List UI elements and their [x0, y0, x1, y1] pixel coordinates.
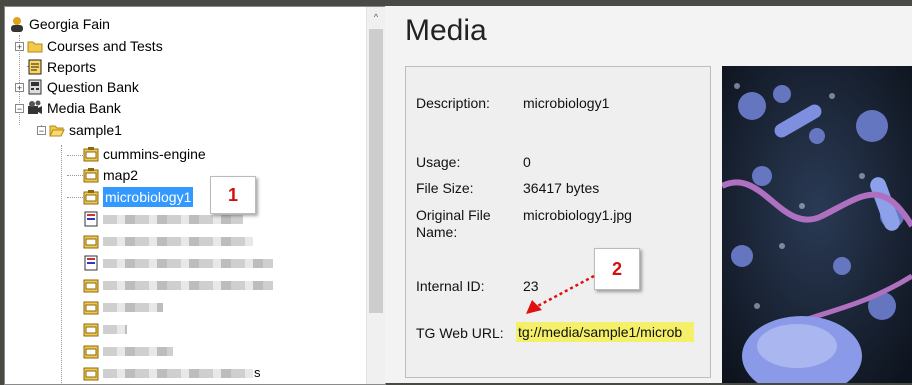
tree-root-georgia-fain[interactable]: Georgia Fain	[9, 14, 110, 34]
file-size-label: File Size:	[416, 180, 474, 196]
blurred-label	[103, 324, 127, 334]
tree-scrollbar[interactable]: ^	[366, 7, 385, 384]
media-file-icon	[83, 146, 99, 162]
question-bank-icon	[27, 79, 43, 95]
media-file-icon	[83, 321, 99, 337]
callout-2: 2	[594, 248, 640, 290]
media-file-icon	[83, 299, 99, 315]
web-url-label: TG Web URL:	[416, 325, 504, 341]
collapse-minus-icon[interactable]: −	[37, 125, 46, 135]
original-file-name-label: Original File Name:	[416, 207, 491, 240]
blurred-label	[103, 346, 173, 356]
media-tree-panel[interactable]: Georgia Fain + Courses and Tests Reports…	[4, 6, 386, 385]
tree-item-obscured[interactable]	[83, 231, 253, 251]
open-folder-icon	[49, 122, 65, 138]
callout-1: 1	[210, 176, 256, 214]
internal-id-label: Internal ID:	[416, 278, 485, 294]
media-file-icon	[83, 167, 99, 183]
media-preview-image	[722, 66, 912, 383]
expand-plus-icon[interactable]: +	[15, 82, 24, 92]
page-title: Media	[405, 14, 487, 47]
media-bank-icon	[27, 100, 43, 116]
report-icon	[27, 59, 43, 75]
description-value: microbiology1	[523, 95, 610, 111]
expand-plus-icon[interactable]: +	[15, 41, 24, 51]
tree-item-obscured[interactable]	[83, 319, 127, 339]
media-file-icon	[83, 233, 99, 249]
callout-2-number: 2	[611, 259, 622, 279]
user-icon	[9, 16, 25, 32]
blurred-label	[103, 236, 253, 246]
tree-item-map2[interactable]: map2	[83, 165, 138, 185]
blurred-label	[103, 368, 253, 378]
media-file-icon	[83, 343, 99, 359]
tree-item-label: Media Bank	[47, 100, 121, 116]
web-url-value[interactable]: tg://media/sample1/microb	[516, 322, 694, 342]
tree-connector	[61, 145, 62, 384]
blurred-label	[103, 258, 273, 268]
tree-item-label: Question Bank	[47, 79, 139, 95]
tree-item-obscured[interactable]	[83, 297, 163, 317]
media-file-icon	[83, 189, 99, 205]
tree-item-label-selected: microbiology1	[101, 186, 195, 208]
callout-1-number: 1	[227, 185, 238, 205]
tree-item-obscured[interactable]: s	[83, 363, 261, 383]
tree-item-label: Reports	[47, 59, 97, 75]
blurred-label	[103, 280, 273, 290]
usage-label: Usage:	[416, 154, 461, 170]
tree-item-courses-and-tests[interactable]: + Courses and Tests	[15, 36, 163, 56]
media-file-icon	[83, 277, 99, 293]
usage-value: 0	[523, 154, 531, 170]
scroll-up-arrow-icon[interactable]: ^	[371, 13, 381, 22]
tree-item-tail-fragment: s	[254, 365, 261, 380]
tree-connector	[67, 155, 83, 156]
folder-icon	[27, 38, 43, 54]
tree-item-label: map2	[103, 167, 139, 183]
tree-item-obscured[interactable]	[83, 275, 273, 295]
scrollbar-thumb[interactable]	[369, 29, 383, 313]
description-label: Description:	[416, 95, 490, 111]
tree-item-label: Courses and Tests	[47, 38, 163, 54]
tree-item-media-bank[interactable]: − Media Bank	[15, 98, 121, 118]
tree-item-cummins-engine[interactable]: cummins-engine	[83, 144, 206, 164]
tree-item-reports[interactable]: Reports	[27, 57, 96, 77]
file-size-value: 36417 bytes	[523, 180, 600, 196]
collapse-minus-icon[interactable]: −	[15, 103, 24, 113]
tree-item-obscured[interactable]	[83, 341, 173, 361]
blurred-label	[103, 302, 163, 312]
media-info-box: Description: microbiology1 Usage: 0 File…	[405, 66, 711, 378]
tree-item-question-bank[interactable]: + Question Bank	[15, 77, 139, 97]
tree-connector	[67, 197, 83, 198]
tree-item-label: sample1	[69, 122, 122, 138]
tree-item-obscured[interactable]	[83, 253, 273, 273]
tree-item-sample1[interactable]: − sample1	[37, 120, 122, 140]
tree-item-label: cummins-engine	[103, 146, 206, 162]
document-icon	[83, 255, 99, 271]
tree-item-microbiology1[interactable]: microbiology1	[83, 186, 195, 208]
media-detail-pane: Media Description: microbiology1 Usage: …	[385, 6, 912, 383]
document-icon	[83, 211, 99, 227]
pointer-arrow-icon	[526, 274, 595, 314]
tree-connector	[67, 175, 83, 176]
blurred-label	[103, 214, 243, 224]
tree-root-label: Georgia Fain	[29, 16, 110, 32]
original-file-name-value: microbiology1.jpg	[523, 207, 632, 223]
media-file-icon	[83, 365, 99, 381]
